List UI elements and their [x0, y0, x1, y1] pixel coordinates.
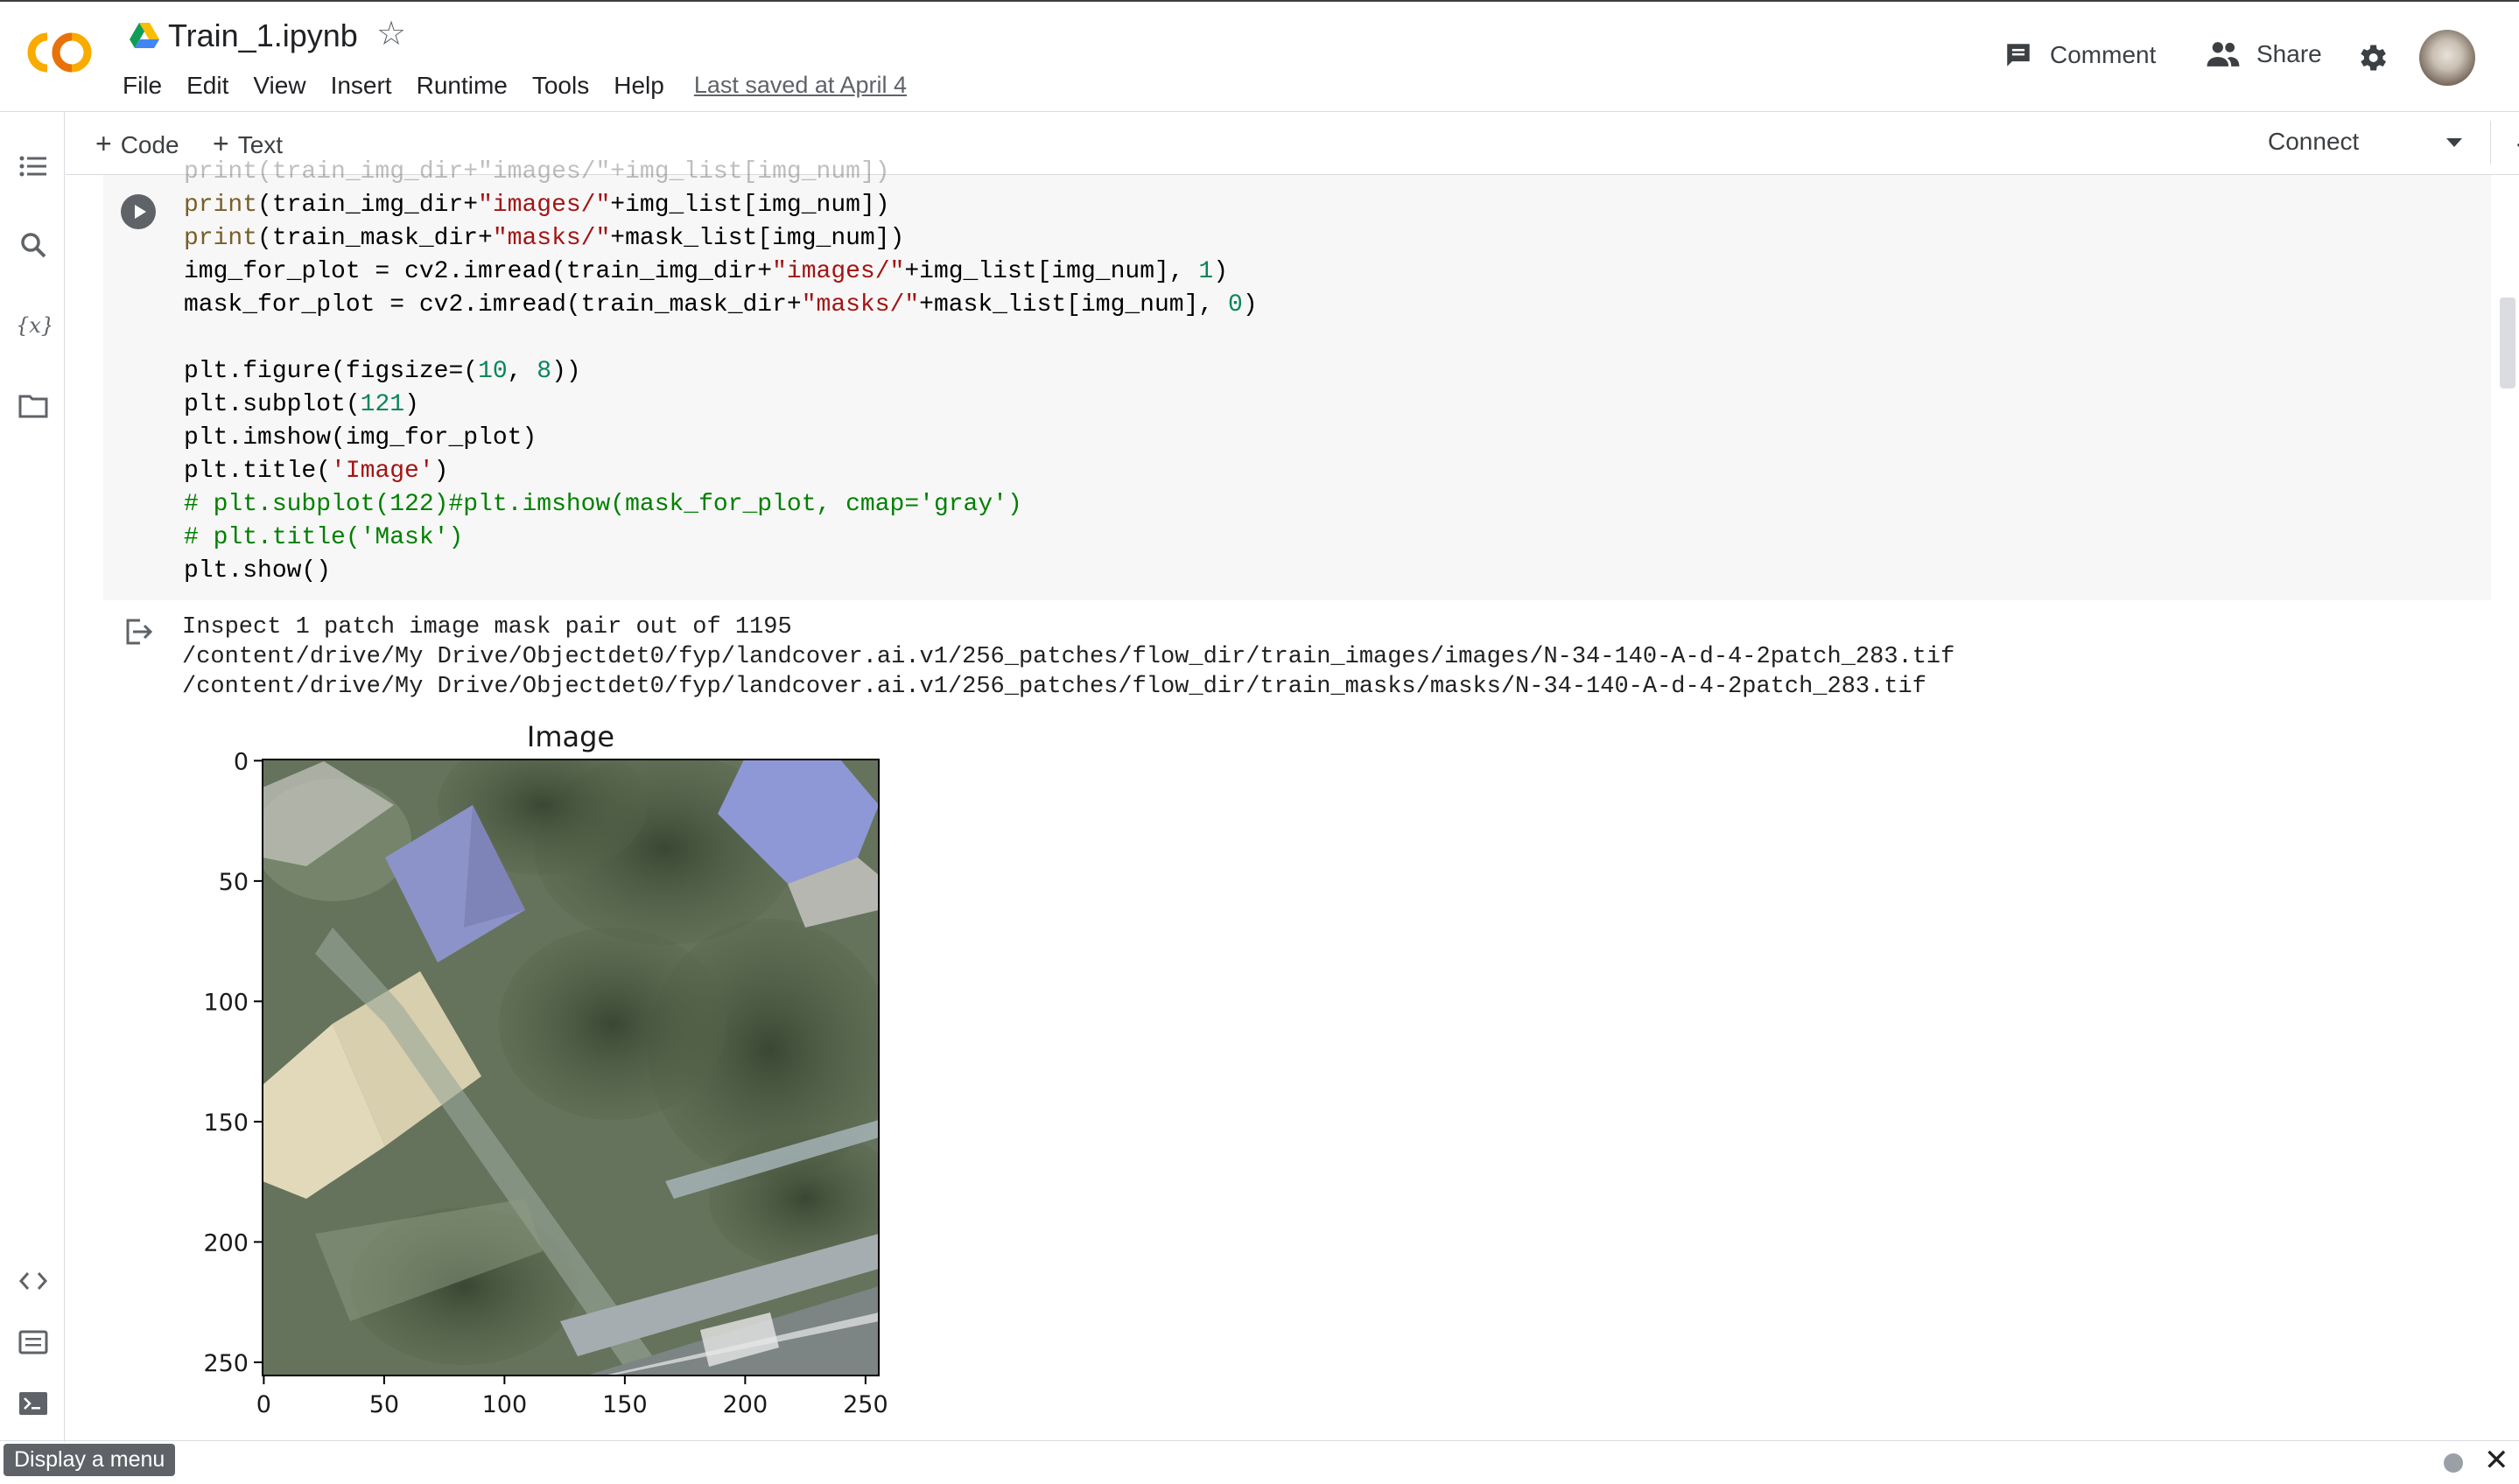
code-comment-line: # plt.title('Mask') — [184, 524, 464, 551]
output-line: Inspect 1 patch image mask pair out of 1… — [182, 614, 792, 640]
terminal-icon[interactable] — [16, 1386, 51, 1421]
share-button[interactable]: Share — [2206, 40, 2322, 68]
y-tick-label: 150 — [203, 1110, 249, 1137]
menu-insert[interactable]: Insert — [331, 72, 392, 100]
left-sidebar: {x} — [0, 112, 65, 1442]
connect-button[interactable]: Connect — [2268, 128, 2359, 156]
code-line: plt.subplot(121) — [184, 391, 419, 418]
y-tick-label: 200 — [203, 1229, 249, 1256]
toolbar-divider — [2490, 121, 2491, 164]
x-tick-label: 50 — [369, 1391, 399, 1418]
code-line: plt.imshow(img_for_plot) — [184, 424, 537, 452]
plot-title: Image — [527, 720, 614, 753]
variables-icon[interactable]: {x} — [16, 308, 51, 343]
add-code-label: Code — [120, 131, 179, 158]
image-plot: Image 0 50 100 150 200 250 0 50 100 150 200 250 — [203, 720, 888, 1418]
code-line: plt.show() — [184, 557, 332, 584]
menu-edit[interactable]: Edit — [186, 72, 228, 100]
google-drive-icon — [130, 23, 159, 48]
plus-icon: + — [213, 128, 229, 159]
menu-tools[interactable]: Tools — [532, 72, 589, 100]
menu-runtime[interactable]: Runtime — [417, 72, 508, 100]
clipped-code-line: print(train_img_dir+"images/"+img_list[i… — [184, 158, 890, 186]
code-snippets-icon[interactable] — [16, 1264, 51, 1298]
scrollbar-thumb[interactable] — [2500, 298, 2515, 388]
code-line: mask_for_plot = cv2.imread(train_mask_di… — [184, 291, 1258, 318]
cell-output-text: Inspect 1 patch image mask pair out of 1… — [182, 612, 1954, 702]
folder-icon[interactable] — [16, 388, 51, 424]
code-line: plt.title('Image') — [184, 458, 449, 485]
output-icon[interactable] — [124, 618, 154, 646]
comment-label: Comment — [2050, 41, 2157, 68]
gear-icon[interactable] — [2354, 40, 2389, 75]
close-icon[interactable]: ✕ — [2484, 1446, 2509, 1475]
search-icon[interactable] — [16, 228, 51, 262]
x-tick-label: 100 — [482, 1391, 528, 1418]
command-palette-icon[interactable] — [16, 1325, 51, 1360]
y-tick-label: 0 — [234, 748, 249, 775]
top-bar: Train_1.ipynb ☆ File Edit View Insert Ru… — [0, 0, 2519, 112]
add-text-label: Text — [237, 131, 284, 158]
code-editor[interactable]: print(train_img_dir+"images/"+img_list[i… — [184, 156, 1258, 588]
connect-dropdown-icon[interactable] — [2446, 138, 2462, 147]
code-line: img_for_plot = cv2.imread(train_img_dir+… — [184, 258, 1229, 285]
colab-logo[interactable] — [21, 28, 96, 77]
output-line: /content/drive/My Drive/Objectdet0/fyp/l… — [182, 644, 1955, 670]
menu-help[interactable]: Help — [614, 72, 664, 100]
last-saved-link[interactable]: Last saved at April 4 — [694, 72, 907, 100]
y-tick-label: 250 — [203, 1350, 249, 1377]
y-tick-label: 50 — [219, 869, 249, 896]
code-line: print(train_mask_dir+"masks/"+mask_list[… — [184, 225, 905, 252]
output-line: /content/drive/My Drive/Objectdet0/fyp/l… — [182, 674, 1926, 700]
tooltip: Display a menu — [4, 1444, 176, 1476]
svg-text:{x}: {x} — [16, 313, 51, 338]
menu-bar: File Edit View Insert Runtime Tools Help… — [123, 72, 931, 100]
y-tick-label: 100 — [203, 989, 249, 1016]
table-of-contents-icon[interactable] — [16, 149, 51, 184]
code-comment-line: # plt.subplot(122)#plt.imshow(mask_for_p… — [184, 491, 1022, 518]
star-icon[interactable]: ☆ — [376, 18, 406, 51]
x-tick-label: 200 — [723, 1391, 768, 1418]
add-code-button[interactable]: + Code — [95, 128, 179, 160]
plus-icon: + — [95, 128, 112, 159]
run-cell-button[interactable] — [121, 194, 156, 229]
status-indicator-icon[interactable] — [2444, 1453, 2463, 1473]
x-tick-label: 250 — [843, 1391, 888, 1418]
code-line: print(train_img_dir+"images/"+img_list[i… — [184, 192, 890, 219]
comment-icon — [2007, 44, 2030, 66]
x-tick-label: 0 — [256, 1391, 271, 1418]
chevron-up-icon[interactable] — [2513, 130, 2519, 156]
menu-view[interactable]: View — [253, 72, 305, 100]
comment-button[interactable]: Comment — [2003, 40, 2156, 70]
share-label: Share — [2256, 40, 2322, 67]
code-line: plt.figure(figsize=(10, 8)) — [184, 358, 581, 385]
x-tick-label: 150 — [602, 1391, 648, 1418]
satellite-image — [263, 760, 879, 1376]
people-icon — [2207, 42, 2240, 66]
status-bar — [0, 1440, 2519, 1484]
notebook-title[interactable]: Train_1.ipynb — [168, 18, 358, 54]
menu-file[interactable]: File — [123, 72, 162, 100]
avatar[interactable] — [2419, 30, 2475, 86]
